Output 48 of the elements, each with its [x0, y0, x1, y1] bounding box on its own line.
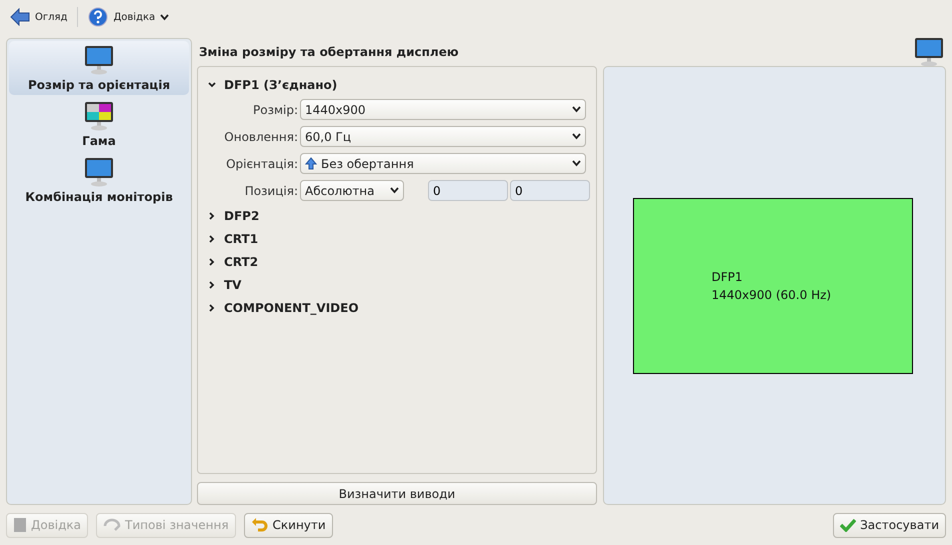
undo-icon	[103, 518, 122, 532]
caret-icon	[572, 160, 581, 167]
caret-icon	[390, 187, 399, 194]
apply-button[interactable]: Застосувати	[833, 512, 946, 538]
reset-button[interactable]: Скинути	[244, 512, 333, 538]
output-name[interactable]: DFP1 (З’єднано)	[224, 78, 338, 92]
chevron-right-icon[interactable]	[208, 212, 216, 220]
chevron-down-icon[interactable]	[208, 80, 216, 88]
dropdown[interactable]: Без обертання	[300, 153, 586, 174]
field-label: Розмір:	[252, 102, 298, 116]
identify-outputs-button[interactable]: Визначити виводи	[197, 482, 597, 505]
toolbar-button[interactable]: Огляд	[8, 6, 70, 28]
chevron-right-icon[interactable]	[208, 304, 216, 312]
position-select[interactable]: Абсолютна	[300, 180, 404, 201]
check-icon	[840, 518, 856, 532]
sidebar-item[interactable]: Комбінація моніторів	[9, 153, 189, 207]
dropdown[interactable]: 60,0 Гц	[300, 126, 586, 147]
caret-icon	[572, 133, 581, 140]
caret-icon	[572, 106, 581, 113]
output-name[interactable]: CRT2	[224, 254, 258, 268]
output-name[interactable]: TV	[224, 278, 242, 292]
output-name[interactable]: COMPONENT_VIDEO	[224, 300, 359, 314]
field-label: Орієнтація:	[225, 156, 298, 170]
sidebar-item[interactable]: Гама	[9, 97, 189, 151]
screen-name: DFP1	[712, 270, 744, 284]
chevron-right-icon[interactable]	[208, 280, 216, 288]
screen-rectangle[interactable]: DFP1 1440x900 (60.0 Hz)	[632, 198, 912, 374]
y-input[interactable]: 0	[510, 180, 590, 201]
monitor-icon	[84, 157, 114, 187]
gamma-monitor-icon	[84, 101, 114, 131]
sidebar-item[interactable]: Розмір та орієнтація	[9, 41, 189, 95]
page-title: Зміна розміру та обертання дисплею	[199, 45, 459, 59]
up-arrow-icon	[305, 157, 317, 170]
field-label: Оновлення:	[223, 130, 298, 144]
toolbar-button[interactable]: Довідка	[86, 5, 172, 29]
chevron-right-icon[interactable]	[208, 234, 216, 242]
undo-icon	[250, 518, 269, 532]
monitor-icon	[84, 45, 114, 75]
chevron-right-icon[interactable]	[208, 258, 216, 266]
x-input[interactable]: 0	[428, 180, 508, 201]
output-name[interactable]: DFP2	[224, 208, 260, 222]
dropdown[interactable]: 1440x900	[300, 99, 586, 120]
field-label: Позиція:	[244, 184, 298, 198]
caret-icon	[160, 14, 170, 20]
output-name[interactable]: CRT1	[224, 232, 258, 246]
back-arrow-icon	[10, 8, 30, 26]
screen-mode: 1440x900 (60.0 Hz)	[712, 288, 832, 302]
help-icon	[88, 7, 108, 27]
